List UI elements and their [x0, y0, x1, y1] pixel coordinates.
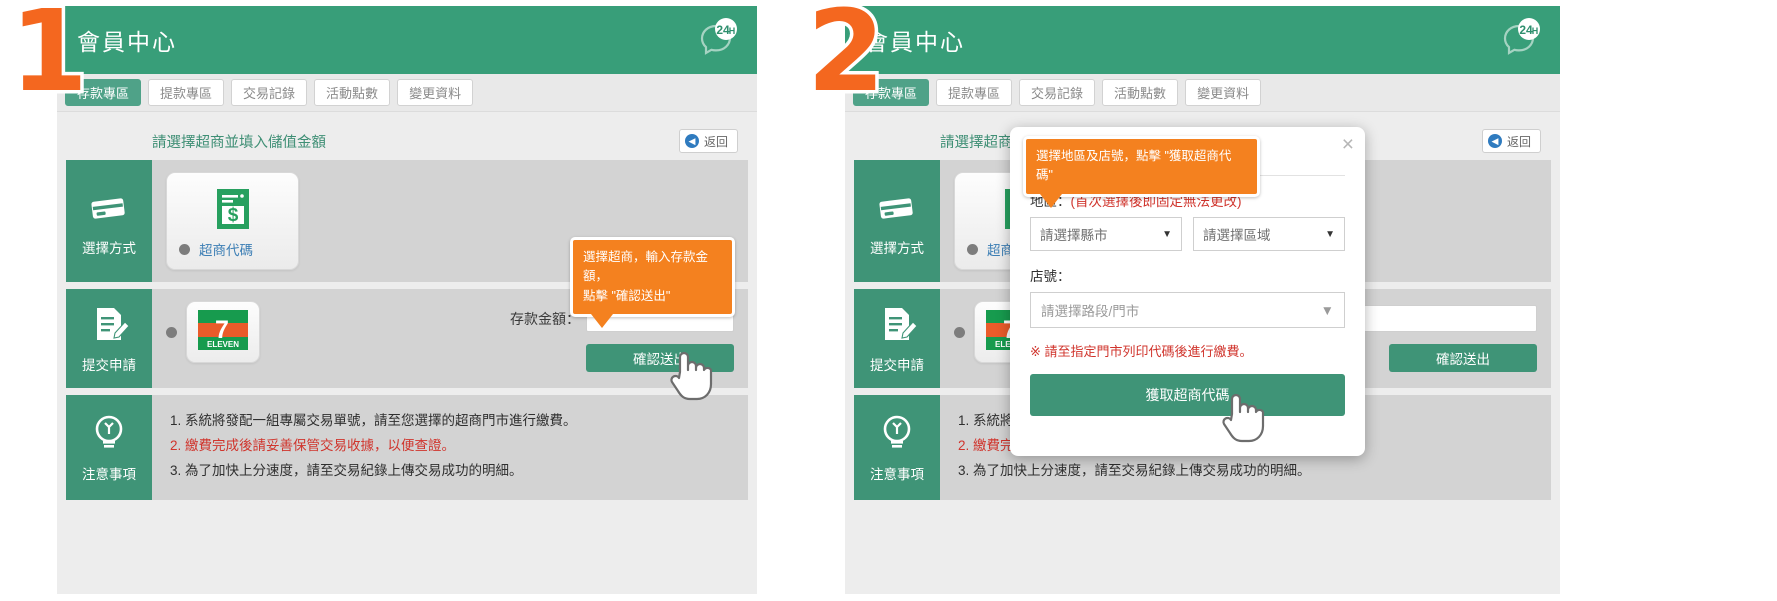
svg-text:ELEVEN: ELEVEN: [207, 340, 239, 349]
document-pen-icon: [88, 303, 130, 345]
select-store-value: 請選擇路段/門市: [1041, 304, 1140, 319]
select-area[interactable]: 請選擇區域 ▼: [1193, 217, 1345, 251]
tab-transactions[interactable]: 交易記錄: [1019, 79, 1096, 106]
notice-body: 1. 系統將發配一組專屬交易單號，請至您選擇的超商門市進行繳費。 2. 繳費完成…: [152, 395, 748, 500]
section-notice: 注意事項 1. 系統將發配一組專屬交易單號，請至您選擇的超商門市進行繳費。 2.…: [66, 395, 748, 500]
tab-deposit[interactable]: 存款專區: [65, 79, 142, 106]
chevron-left-icon: ◀: [684, 134, 699, 148]
support-24h-icon[interactable]: 24 H: [693, 17, 739, 63]
section-label-submit-text: 提交申請: [870, 358, 924, 373]
svg-text:H: H: [729, 26, 736, 36]
modal-warning-text: ※ 請至指定門市列印代碼後進行繳費。: [1030, 344, 1253, 359]
tab-withdraw[interactable]: 提款專區: [148, 79, 225, 106]
tab-withdraw[interactable]: 提款專區: [936, 79, 1013, 106]
panel-divider: [792, 0, 800, 601]
chevron-down-icon: ▼: [1162, 228, 1172, 240]
section-label-method: 選擇方式: [854, 160, 940, 282]
lightbulb-icon: [88, 412, 130, 454]
panel-step-1: 會員中心 24 H 存款專區 提款專區 交易記錄 活動點數 變更資料 請選擇超商…: [0, 0, 792, 601]
radio-seven-eleven[interactable]: [954, 326, 965, 338]
svg-text:H: H: [1532, 26, 1539, 36]
document-pen-icon: [876, 303, 918, 345]
tooltip-step-1: 選擇超商，輸入存款金額， 點擊 "確認送出": [570, 237, 735, 329]
tab-deposit[interactable]: 存款專區: [853, 79, 930, 106]
note-item: 1. 系統將發配一組專屬交易單號，請至您選擇的超商門市進行繳費。: [170, 413, 577, 428]
tooltip-step-2: 選擇地區及店號，點擊 "獲取超商代碼": [1023, 136, 1260, 208]
section-label-submit: 提交申請: [66, 289, 152, 388]
option-store-code-label: 超商代碼: [199, 243, 253, 258]
section-label-method: 選擇方式: [66, 160, 152, 282]
select-city-value: 請選擇縣市: [1040, 228, 1108, 243]
card-header: 請選擇超商並填入儲值金額 ◀ 返回: [66, 122, 748, 160]
app-header-2: 會員中心 24 H: [845, 6, 1560, 74]
chevron-down-icon: ▼: [1320, 302, 1334, 318]
select-area-value: 請選擇區域: [1203, 228, 1271, 243]
chevron-down-icon: ▼: [1325, 228, 1335, 240]
select-city[interactable]: 請選擇縣市 ▼: [1030, 217, 1182, 251]
section-label-notice: 注意事項: [66, 395, 152, 500]
page-title: 會員中心: [77, 29, 177, 55]
option-store-code[interactable]: $ 超商代碼: [166, 172, 299, 270]
radio-seven-eleven[interactable]: [166, 326, 177, 338]
notes-list: 1. 系統將發配一組專屬交易單號，請至您選擇的超商門市進行繳費。 2. 繳費完成…: [152, 395, 748, 500]
note-item: 3. 為了加快上分速度，請至交易紀錄上傳交易成功的明細。: [958, 462, 1311, 478]
back-button[interactable]: ◀ 返回: [678, 129, 738, 153]
back-button-label: 返回: [703, 134, 728, 149]
screenshot-root: 會員中心 24 H 存款專區 提款專區 交易記錄 活動點數 變更資料 請選擇超商…: [0, 0, 1777, 601]
credit-card-icon: [876, 186, 918, 228]
section-label-notice: 注意事項: [854, 395, 940, 500]
section-label-method-text: 選擇方式: [870, 240, 924, 256]
tab-points[interactable]: 活動點數: [1102, 79, 1179, 106]
lightbulb-icon: [876, 412, 918, 454]
option-seven-eleven[interactable]: 7 ELEVEN: [186, 301, 260, 363]
back-button-label: 返回: [1506, 134, 1531, 149]
receipt-dollar-icon: $: [175, 187, 290, 233]
credit-card-icon: [88, 186, 130, 228]
tab-profile[interactable]: 變更資料: [1185, 79, 1262, 106]
card-title: 請選擇超商並填入儲值金額: [152, 134, 326, 151]
section-label-method-text: 選擇方式: [82, 240, 136, 256]
store-label: 店號：: [1030, 269, 1071, 284]
tab-profile[interactable]: 變更資料: [397, 79, 474, 106]
svg-text:$: $: [227, 205, 238, 226]
tooltip-step-1-line1: 選擇超商，輸入存款金額，: [583, 250, 709, 284]
support-24h-icon[interactable]: 24 H: [1496, 17, 1542, 63]
section-label-submit: 提交申請: [854, 289, 940, 388]
tab-bar: 存款專區 提款專區 交易記錄 活動點數 變更資料: [57, 74, 757, 112]
app-header: 會員中心 24 H: [57, 6, 757, 74]
tab-transactions[interactable]: 交易記錄: [231, 79, 308, 106]
confirm-submit-button[interactable]: 確認送出: [1389, 344, 1537, 372]
seven-eleven-logo: 7 ELEVEN: [196, 308, 250, 357]
tab-bar-2: 存款專區 提款專區 交易記錄 活動點數 變更資料: [845, 74, 1560, 112]
tab-points[interactable]: 活動點數: [314, 79, 391, 106]
page-title-2: 會員中心: [865, 29, 965, 55]
get-store-code-button[interactable]: 獲取超商代碼: [1030, 374, 1345, 416]
hand-cursor-icon: [1218, 390, 1266, 446]
section-label-notice-text: 注意事項: [870, 466, 924, 482]
back-button[interactable]: ◀ 返回: [1481, 129, 1541, 153]
radio-store-code[interactable]: [179, 243, 190, 255]
chevron-left-icon: ◀: [1487, 134, 1502, 148]
note-item: 3. 為了加快上分速度，請至交易紀錄上傳交易成功的明細。: [170, 462, 523, 478]
section-label-submit-text: 提交申請: [82, 358, 136, 373]
section-label-notice-text: 注意事項: [82, 466, 136, 482]
select-store[interactable]: 請選擇路段/門市 ▼: [1030, 292, 1345, 328]
radio-store-code[interactable]: [967, 243, 978, 255]
note-item: 2. 繳費完成後請妥善保管交易收據，以便查證。: [170, 437, 456, 453]
hand-cursor-icon: [666, 348, 714, 404]
region-selects: 請選擇縣市 ▼ 請選擇區域 ▼: [1030, 217, 1345, 251]
tooltip-step-1-line2: 點擊 "確認送出": [583, 288, 671, 303]
